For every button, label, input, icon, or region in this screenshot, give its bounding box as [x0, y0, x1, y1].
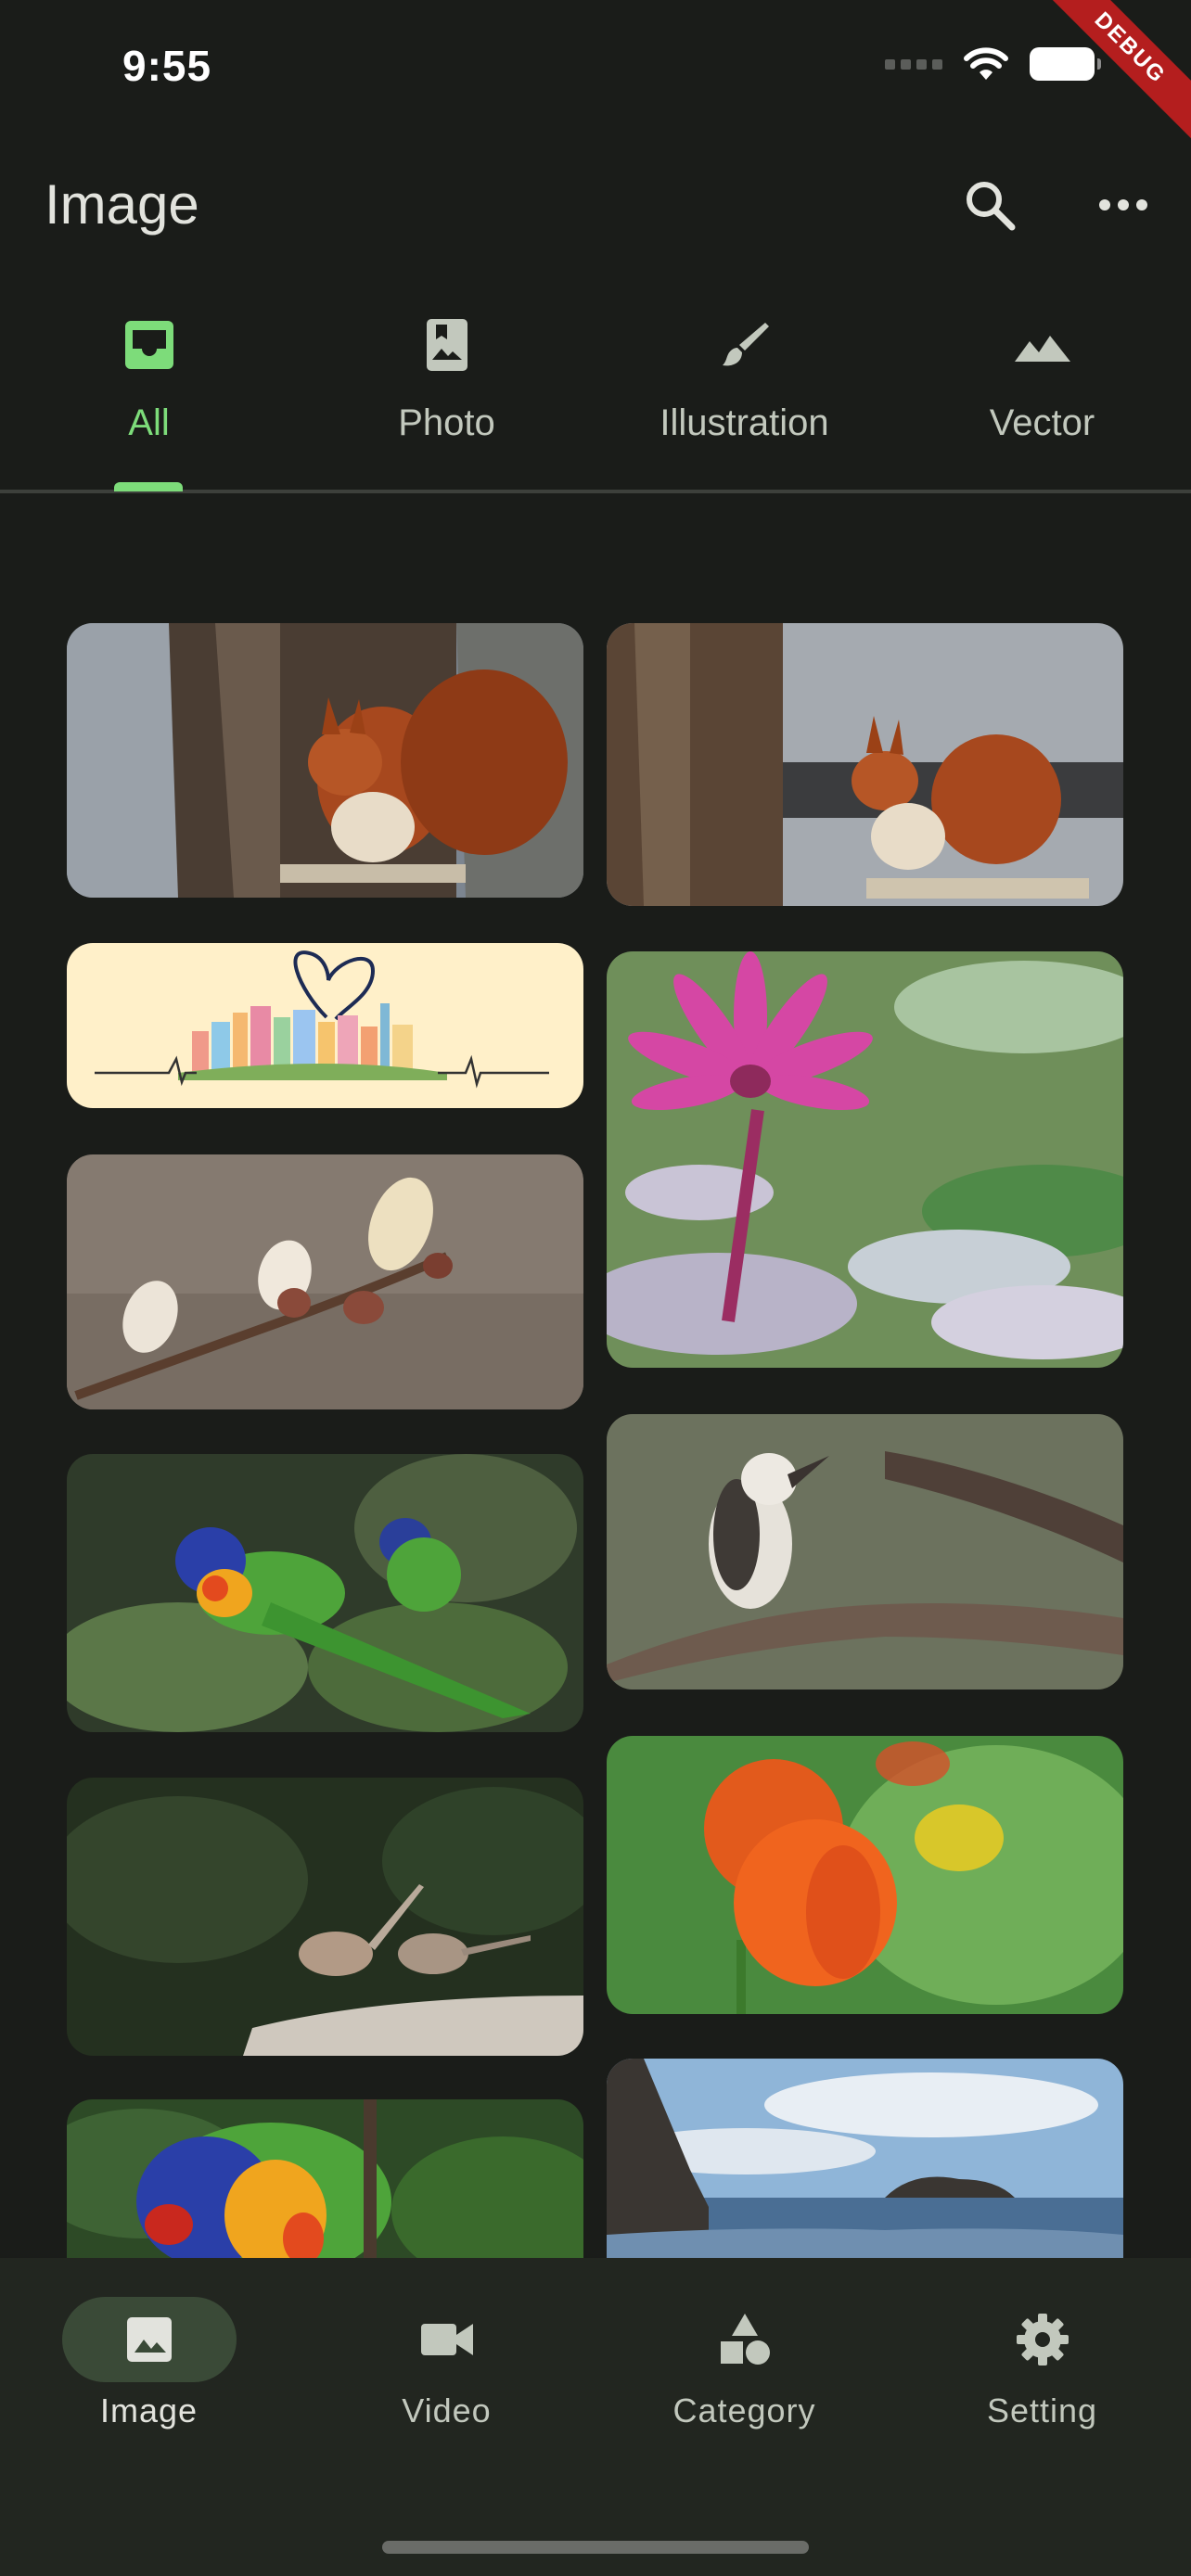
bottom-navigation: Image Video Category Setting: [0, 2258, 1191, 2576]
image-tile[interactable]: [67, 943, 583, 1108]
image-icon: [126, 2317, 172, 2362]
coastline-image: [607, 2059, 1123, 2258]
landscape-icon: [1013, 315, 1072, 375]
battery-icon: [1030, 47, 1101, 81]
image-tile[interactable]: [607, 623, 1123, 906]
image-tile[interactable]: [67, 623, 583, 898]
image-tile[interactable]: [67, 1778, 583, 2056]
tab-label: All: [128, 402, 170, 443]
cellular-signal-icon: [885, 58, 942, 70]
lorikeet-closeup-image: [67, 2099, 583, 2258]
search-button[interactable]: [957, 172, 1022, 237]
wifi-icon: [964, 47, 1008, 80]
tab-label: Illustration: [660, 402, 829, 443]
tab-label: Vector: [989, 402, 1095, 443]
more-horiz-icon: [1099, 199, 1147, 210]
category-tabs: All Photo Illustration Vector: [0, 297, 1191, 493]
brush-icon: [715, 315, 775, 375]
status-indicators: [885, 46, 1101, 82]
search-icon: [967, 182, 1016, 231]
squirrel-image: [607, 623, 1123, 906]
tab-indicator: [114, 482, 183, 491]
squirrel-image: [67, 623, 583, 898]
more-options-button[interactable]: [1091, 172, 1156, 237]
nav-label: Video: [402, 2391, 492, 2429]
tab-all[interactable]: All: [0, 297, 298, 493]
skyline-heart-illustration: [67, 943, 583, 1108]
category-icon: [720, 2314, 770, 2365]
status-time: 9:55: [122, 42, 212, 90]
settings-gear-icon: [1016, 2314, 1069, 2366]
water-lily-image: [607, 951, 1123, 1368]
tab-label: Photo: [398, 402, 495, 443]
tab-vector[interactable]: Vector: [893, 297, 1191, 493]
tab-illustration[interactable]: Illustration: [596, 297, 893, 493]
nav-setting[interactable]: Setting: [893, 2258, 1191, 2576]
image-tile[interactable]: [67, 1154, 583, 1409]
image-tile[interactable]: [607, 2059, 1123, 2258]
nav-category[interactable]: Category: [596, 2258, 893, 2576]
photo-bookmark-icon: [417, 315, 477, 375]
image-tile[interactable]: [607, 1414, 1123, 1690]
tulips-image: [607, 1736, 1123, 2014]
nav-image[interactable]: Image: [0, 2258, 298, 2576]
inbox-icon: [120, 315, 179, 375]
nav-label: Category: [672, 2391, 816, 2429]
nav-video[interactable]: Video: [298, 2258, 596, 2576]
home-indicator[interactable]: [382, 2541, 809, 2554]
lorikeets-image: [67, 1454, 583, 1732]
image-tile[interactable]: [607, 951, 1123, 1368]
nav-label: Image: [99, 2391, 198, 2429]
kookaburra-image: [607, 1414, 1123, 1690]
videocam-icon: [420, 2324, 473, 2355]
page-title: Image: [45, 173, 199, 236]
image-tile[interactable]: [67, 1454, 583, 1732]
image-tile[interactable]: [607, 1736, 1123, 2014]
catkins-image: [67, 1154, 583, 1409]
image-grid: [0, 493, 1191, 2258]
nav-active-indicator: [61, 2297, 237, 2382]
tab-photo[interactable]: Photo: [298, 297, 596, 493]
image-tile[interactable]: [67, 2099, 583, 2258]
nav-label: Setting: [986, 2391, 1098, 2429]
small-birds-image: [67, 1778, 583, 2056]
